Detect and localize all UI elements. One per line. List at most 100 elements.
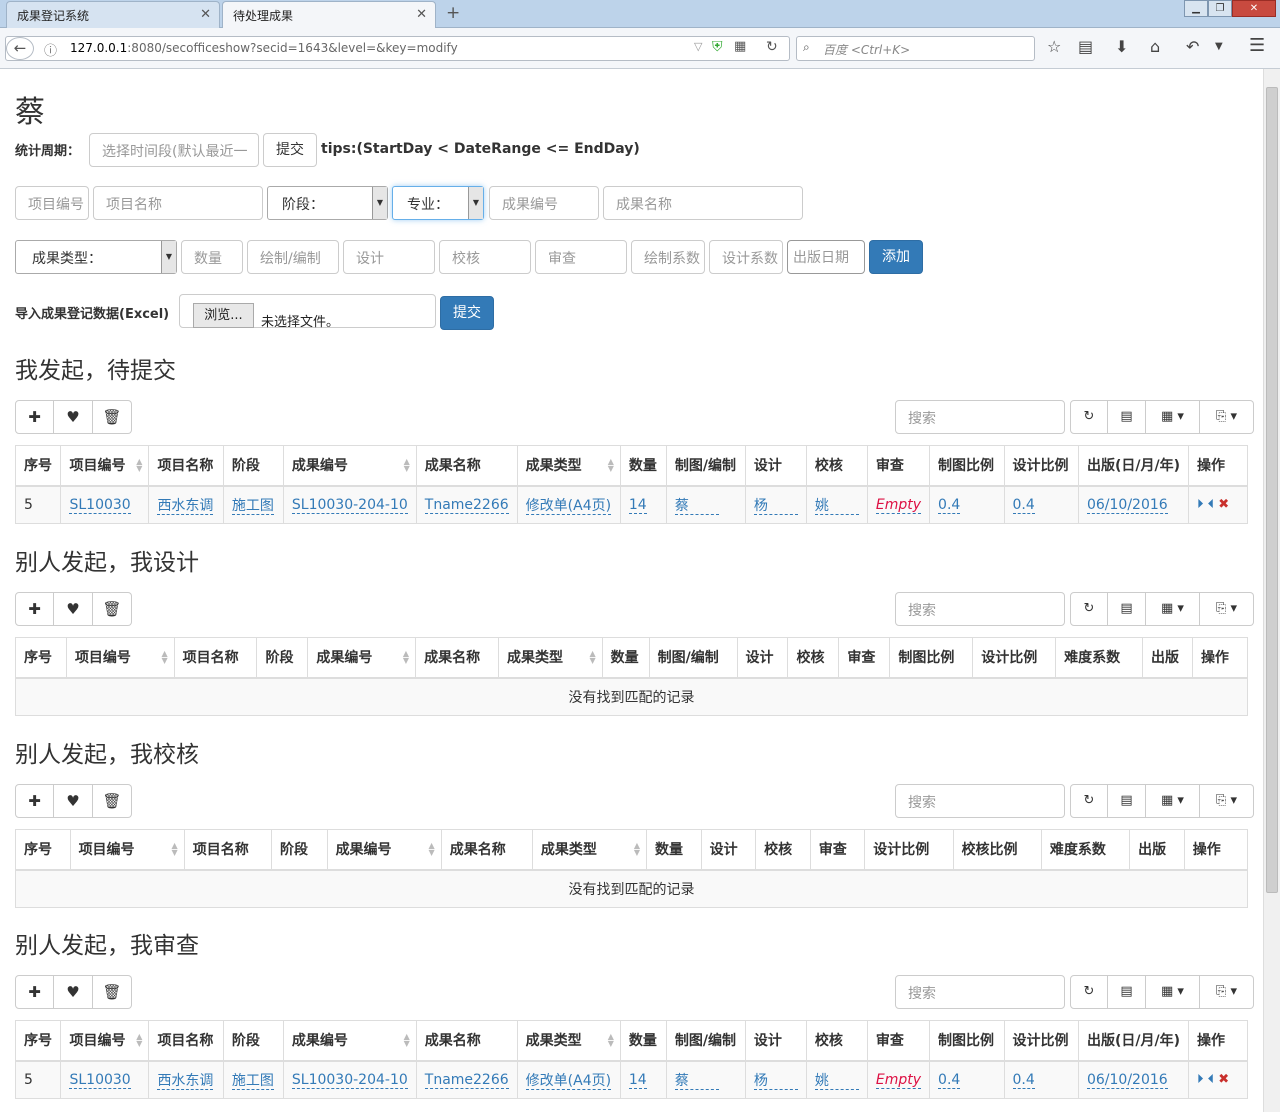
result-no-input[interactable]: 成果编号	[489, 186, 599, 220]
add-button[interactable]: 添加	[869, 240, 923, 274]
column-header[interactable]: 成果编号 ▲ ▼	[307, 637, 417, 679]
column-header[interactable]: 成果编号 ▲ ▼	[282, 1020, 417, 1062]
column-header[interactable]: 审查	[809, 829, 866, 871]
refresh-icon[interactable]: ↻	[1070, 975, 1108, 1009]
editable-cell-value[interactable]: 修改单(A4页)	[525, 1072, 612, 1090]
column-header[interactable]: 出版(日/月/年)	[1077, 445, 1190, 487]
add-row-icon[interactable]: ✚	[15, 400, 54, 434]
qrcode-icon[interactable]: ▦	[734, 39, 746, 54]
column-header[interactable]: 设计	[700, 829, 757, 871]
editable-cell-value[interactable]: SL10030-204-10	[291, 1071, 408, 1089]
column-header[interactable]: 制图比例	[889, 637, 974, 679]
minimize-icon[interactable]: ▁	[1184, 0, 1208, 17]
hamburger-menu-icon[interactable]: ☰	[1249, 35, 1265, 56]
sort-icon[interactable]: ▲ ▼	[404, 458, 410, 473]
check-input[interactable]: 校核	[439, 240, 531, 274]
delete-row-icon[interactable]: ✖	[1218, 1072, 1229, 1087]
address-bar[interactable]: ← ⓘ 127.0.0.1:8080/secofficeshow?secid=1…	[5, 36, 790, 61]
count-input[interactable]: 数量	[181, 240, 243, 274]
column-header[interactable]: 校核	[755, 829, 811, 871]
editable-cell-value[interactable]: 14	[628, 1071, 647, 1089]
column-header[interactable]: 设计	[744, 445, 807, 487]
undo-menu-icon[interactable]: ▼	[1215, 41, 1223, 52]
editable-cell-value[interactable]: Empty	[875, 496, 922, 514]
editable-cell-value[interactable]: 姚	[814, 1072, 859, 1090]
column-header[interactable]: 制图/编制	[648, 637, 738, 679]
reload-icon[interactable]: ↻	[766, 39, 778, 55]
browser-search-input[interactable]: ⌕ 百度 <Ctrl+K>	[796, 36, 1035, 61]
editable-cell-value[interactable]: 施工图	[231, 497, 274, 515]
toggle-view-icon[interactable]: ▤	[1108, 400, 1146, 434]
columns-menu-icon[interactable]: ▦ ▾	[1146, 400, 1200, 434]
column-header[interactable]: 设计	[744, 1020, 807, 1062]
toggle-view-icon[interactable]: ▤	[1108, 592, 1146, 626]
sort-icon[interactable]: ▲ ▼	[161, 650, 167, 665]
export-menu-icon[interactable]: ⎘ ▾	[1200, 400, 1254, 434]
heart-icon[interactable]: ♥	[54, 975, 93, 1009]
column-header[interactable]: 成果类型 ▲ ▼	[531, 829, 648, 871]
refresh-icon[interactable]: ↻	[1070, 784, 1108, 818]
download-icon[interactable]: ⬇	[1115, 37, 1128, 56]
heart-icon[interactable]: ♥	[54, 400, 93, 434]
close-tab-icon[interactable]: ✕	[200, 7, 211, 22]
send-back-icon[interactable]: ⏴	[1204, 497, 1219, 512]
column-header[interactable]: 设计比例	[1003, 445, 1079, 487]
editable-cell-value[interactable]: SL10030	[69, 1071, 131, 1089]
table-search-input[interactable]: 搜索	[895, 592, 1065, 626]
trash-icon[interactable]: 🗑	[93, 400, 132, 434]
table-search-input[interactable]: 搜索	[895, 975, 1065, 1009]
trash-icon[interactable]: 🗑	[93, 592, 132, 626]
column-header[interactable]: 操作	[1188, 1020, 1248, 1062]
columns-menu-icon[interactable]: ▦ ▾	[1146, 784, 1200, 818]
tab-pending-results[interactable]: 待处理成果 ✕	[222, 1, 436, 28]
close-window-icon[interactable]: ✕	[1232, 0, 1276, 17]
column-header[interactable]: 操作	[1183, 829, 1249, 871]
column-header[interactable]: 成果类型 ▲ ▼	[516, 445, 621, 487]
editable-cell-value[interactable]: 0.4	[938, 1071, 961, 1089]
sort-icon[interactable]: ▲ ▼	[634, 842, 640, 857]
column-header[interactable]: 制图比例	[929, 1020, 1005, 1062]
table-search-input[interactable]: 搜索	[895, 784, 1065, 818]
column-header[interactable]: 成果名称	[415, 445, 518, 487]
column-header[interactable]: 校核	[787, 637, 840, 679]
editable-cell-value[interactable]: 修改单(A4页)	[525, 497, 612, 515]
delete-row-icon[interactable]: ✖	[1218, 497, 1229, 512]
editable-cell-value[interactable]: 0.4	[1012, 1071, 1035, 1089]
column-header[interactable]: 成果名称	[440, 829, 533, 871]
editable-cell-value[interactable]: 06/10/2016	[1086, 496, 1168, 514]
column-header[interactable]: 校核	[805, 445, 868, 487]
editable-cell-value[interactable]: 蔡	[674, 497, 719, 515]
column-header[interactable]: 校核比例	[952, 829, 1042, 871]
column-header[interactable]: 项目名称	[183, 829, 273, 871]
column-header[interactable]: 序号	[15, 637, 67, 679]
sort-icon[interactable]: ▲ ▼	[136, 1033, 142, 1048]
column-header[interactable]: 成果名称	[415, 637, 499, 679]
close-tab-icon[interactable]: ✕	[416, 7, 427, 22]
sort-icon[interactable]: ▲ ▼	[404, 1033, 410, 1048]
editable-cell-value[interactable]: SL10030-204-10	[291, 496, 408, 514]
editable-cell-value[interactable]: 施工图	[231, 1072, 274, 1090]
design-input[interactable]: 设计	[343, 240, 435, 274]
sort-icon[interactable]: ▲ ▼	[608, 1033, 614, 1048]
column-header[interactable]: 设计比例	[972, 637, 1057, 679]
file-input[interactable]: 浏览... 未选择文件。	[179, 294, 436, 330]
editable-cell-value[interactable]: Tname2266	[424, 1071, 509, 1089]
column-header[interactable]: 制图比例	[929, 445, 1005, 487]
period-input[interactable]: 选择时间段(默认最近一	[89, 133, 259, 167]
export-menu-icon[interactable]: ⎘ ▾	[1200, 784, 1254, 818]
column-header[interactable]: 出版	[1129, 829, 1185, 871]
column-header[interactable]: 设计	[736, 637, 789, 679]
maximize-icon[interactable]: ❐	[1208, 0, 1232, 17]
column-header[interactable]: 项目名称	[173, 637, 258, 679]
major-select[interactable]: 专业： ▼	[392, 186, 484, 220]
column-header[interactable]: 阶段	[271, 829, 328, 871]
result-type-select[interactable]: 成果类型： ▼	[15, 240, 177, 274]
column-header[interactable]: 数量	[619, 445, 667, 487]
period-submit-button[interactable]: 提交	[263, 133, 317, 167]
new-tab-icon[interactable]: +	[446, 3, 460, 23]
home-icon[interactable]: ⌂	[1150, 37, 1160, 56]
shield-icon[interactable]: ⛨	[712, 39, 723, 55]
column-header[interactable]: 项目名称	[148, 1020, 224, 1062]
sort-icon[interactable]: ▲ ▼	[429, 842, 435, 857]
add-row-icon[interactable]: ✚	[15, 784, 54, 818]
